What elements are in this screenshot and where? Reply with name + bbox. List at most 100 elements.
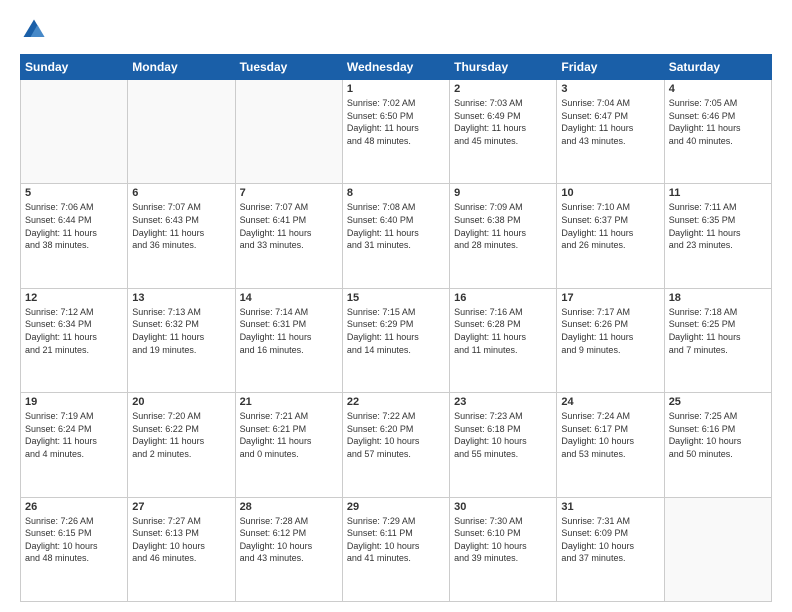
calendar-cell-4-3: 29Sunrise: 7:29 AM Sunset: 6:11 PM Dayli… <box>342 497 449 601</box>
day-info: Sunrise: 7:25 AM Sunset: 6:16 PM Dayligh… <box>669 410 767 460</box>
day-number: 27 <box>132 501 230 513</box>
calendar-cell-3-4: 23 Sunrise: 7:23 AM Sunset: 6:18 PM Dayli… <box>450 393 557 497</box>
calendar-header-tuesday: Tuesday <box>235 55 342 80</box>
day-number: 31 <box>561 501 659 513</box>
day-info: Sunrise: 7:16 AM Sunset: 6:28 PM Dayligh… <box>454 306 552 356</box>
day-info: Sunrise: 7:27 AM Sunset: 6:13 PM Dayligh… <box>132 515 230 565</box>
day-info: Sunrise: 7:24 AM Sunset: 6:17 PM Dayligh… <box>561 410 659 460</box>
calendar-header-saturday: Saturday <box>664 55 771 80</box>
calendar-header-monday: Monday <box>128 55 235 80</box>
calendar-table: SundayMondayTuesdayWednesdayThursdayFrid… <box>20 54 772 602</box>
calendar-cell-3-2: 21 Sunrise: 7:21 AM Sunset: 6:21 PM Dayli… <box>235 393 342 497</box>
calendar-cell-0-1 <box>128 80 235 184</box>
page: SundayMondayTuesdayWednesdayThursdayFrid… <box>0 0 792 612</box>
calendar-cell-0-4: 2 Sunrise: 7:03 AM Sunset: 6:49 PM Daylig… <box>450 80 557 184</box>
header <box>20 16 772 44</box>
day-number: 21 <box>240 396 338 408</box>
calendar-cell-0-2 <box>235 80 342 184</box>
day-info: Sunrise: 7:11 AM Sunset: 6:35 PM Dayligh… <box>669 201 767 251</box>
day-number: 16 <box>454 292 552 304</box>
calendar-cell-4-0: 26 Sunrise: 7:26 AM Sunset: 6:15 PM Dayli… <box>21 497 128 601</box>
day-info: Sunrise: 7:15 AM Sunset: 6:29 PM Dayligh… <box>347 306 445 356</box>
day-number: 23 <box>454 396 552 408</box>
calendar-cell-2-6: 18 Sunrise: 7:18 AM Sunset: 6:25 PM Dayli… <box>664 288 771 392</box>
calendar-cell-0-3: 1Sunrise: 7:02 AM Sunset: 6:50 PM Daylig… <box>342 80 449 184</box>
calendar-cell-1-3: 8 Sunrise: 7:08 AM Sunset: 6:40 PM Daylig… <box>342 184 449 288</box>
day-number: 26 <box>25 501 123 513</box>
day-number: 9 <box>454 187 552 199</box>
day-info: Sunrise: 7:06 AM Sunset: 6:44 PM Dayligh… <box>25 201 123 251</box>
calendar-cell-2-0: 12 Sunrise: 7:12 AM Sunset: 6:34 PM Dayli… <box>21 288 128 392</box>
day-number: 8 <box>347 187 445 199</box>
day-info: Sunrise: 7:12 AM Sunset: 6:34 PM Dayligh… <box>25 306 123 356</box>
day-number: 20 <box>132 396 230 408</box>
calendar-header-thursday: Thursday <box>450 55 557 80</box>
day-number: 2 <box>454 83 552 95</box>
day-info: Sunrise: 7:22 AM Sunset: 6:20 PM Dayligh… <box>347 410 445 460</box>
day-info: Sunrise: 7:30 AM Sunset: 6:10 PM Dayligh… <box>454 515 552 565</box>
day-number: 10 <box>561 187 659 199</box>
calendar-week-4: 26 Sunrise: 7:26 AM Sunset: 6:15 PM Dayli… <box>21 497 772 601</box>
day-info: Sunrise: 7:14 AM Sunset: 6:31 PM Dayligh… <box>240 306 338 356</box>
day-number: 11 <box>669 187 767 199</box>
day-info: Sunrise: 7:03 AM Sunset: 6:49 PM Dayligh… <box>454 97 552 147</box>
day-info: Sunrise: 7:02 AM Sunset: 6:50 PM Dayligh… <box>347 97 445 147</box>
logo-icon <box>20 16 48 44</box>
calendar-cell-2-5: 17 Sunrise: 7:17 AM Sunset: 6:26 PM Dayli… <box>557 288 664 392</box>
day-number: 6 <box>132 187 230 199</box>
day-number: 13 <box>132 292 230 304</box>
day-info: Sunrise: 7:04 AM Sunset: 6:47 PM Dayligh… <box>561 97 659 147</box>
calendar-header-sunday: Sunday <box>21 55 128 80</box>
day-info: Sunrise: 7:31 AM Sunset: 6:09 PM Dayligh… <box>561 515 659 565</box>
calendar-header-wednesday: Wednesday <box>342 55 449 80</box>
day-number: 18 <box>669 292 767 304</box>
calendar-cell-1-0: 5 Sunrise: 7:06 AM Sunset: 6:44 PM Daylig… <box>21 184 128 288</box>
day-number: 19 <box>25 396 123 408</box>
day-info: Sunrise: 7:07 AM Sunset: 6:41 PM Dayligh… <box>240 201 338 251</box>
calendar-cell-2-2: 14 Sunrise: 7:14 AM Sunset: 6:31 PM Dayli… <box>235 288 342 392</box>
calendar-cell-1-4: 9Sunrise: 7:09 AM Sunset: 6:38 PM Daylig… <box>450 184 557 288</box>
calendar-week-1: 5 Sunrise: 7:06 AM Sunset: 6:44 PM Daylig… <box>21 184 772 288</box>
calendar-cell-1-2: 7Sunrise: 7:07 AM Sunset: 6:41 PM Daylig… <box>235 184 342 288</box>
day-number: 30 <box>454 501 552 513</box>
day-number: 14 <box>240 292 338 304</box>
day-info: Sunrise: 7:26 AM Sunset: 6:15 PM Dayligh… <box>25 515 123 565</box>
calendar-cell-0-5: 3Sunrise: 7:04 AM Sunset: 6:47 PM Daylig… <box>557 80 664 184</box>
day-info: Sunrise: 7:17 AM Sunset: 6:26 PM Dayligh… <box>561 306 659 356</box>
day-info: Sunrise: 7:18 AM Sunset: 6:25 PM Dayligh… <box>669 306 767 356</box>
day-info: Sunrise: 7:07 AM Sunset: 6:43 PM Dayligh… <box>132 201 230 251</box>
day-number: 4 <box>669 83 767 95</box>
calendar-cell-1-5: 10 Sunrise: 7:10 AM Sunset: 6:37 PM Dayli… <box>557 184 664 288</box>
calendar-cell-4-2: 28 Sunrise: 7:28 AM Sunset: 6:12 PM Dayli… <box>235 497 342 601</box>
day-info: Sunrise: 7:20 AM Sunset: 6:22 PM Dayligh… <box>132 410 230 460</box>
day-number: 17 <box>561 292 659 304</box>
day-info: Sunrise: 7:08 AM Sunset: 6:40 PM Dayligh… <box>347 201 445 251</box>
calendar-header-row: SundayMondayTuesdayWednesdayThursdayFrid… <box>21 55 772 80</box>
day-info: Sunrise: 7:23 AM Sunset: 6:18 PM Dayligh… <box>454 410 552 460</box>
calendar-header-friday: Friday <box>557 55 664 80</box>
day-number: 24 <box>561 396 659 408</box>
day-info: Sunrise: 7:21 AM Sunset: 6:21 PM Dayligh… <box>240 410 338 460</box>
calendar-cell-3-6: 25 Sunrise: 7:25 AM Sunset: 6:16 PM Dayli… <box>664 393 771 497</box>
day-info: Sunrise: 7:28 AM Sunset: 6:12 PM Dayligh… <box>240 515 338 565</box>
calendar-cell-2-1: 13 Sunrise: 7:13 AM Sunset: 6:32 PM Dayli… <box>128 288 235 392</box>
day-info: Sunrise: 7:13 AM Sunset: 6:32 PM Dayligh… <box>132 306 230 356</box>
day-number: 15 <box>347 292 445 304</box>
calendar-week-0: 1Sunrise: 7:02 AM Sunset: 6:50 PM Daylig… <box>21 80 772 184</box>
calendar-cell-0-0 <box>21 80 128 184</box>
calendar-cell-2-4: 16 Sunrise: 7:16 AM Sunset: 6:28 PM Dayli… <box>450 288 557 392</box>
calendar-cell-3-1: 20 Sunrise: 7:20 AM Sunset: 6:22 PM Dayli… <box>128 393 235 497</box>
day-info: Sunrise: 7:10 AM Sunset: 6:37 PM Dayligh… <box>561 201 659 251</box>
calendar-cell-0-6: 4Sunrise: 7:05 AM Sunset: 6:46 PM Daylig… <box>664 80 771 184</box>
day-number: 28 <box>240 501 338 513</box>
day-number: 25 <box>669 396 767 408</box>
day-number: 5 <box>25 187 123 199</box>
calendar-cell-3-3: 22Sunrise: 7:22 AM Sunset: 6:20 PM Dayli… <box>342 393 449 497</box>
calendar-cell-4-6 <box>664 497 771 601</box>
day-number: 29 <box>347 501 445 513</box>
calendar-cell-4-4: 30 Sunrise: 7:30 AM Sunset: 6:10 PM Dayli… <box>450 497 557 601</box>
calendar-week-2: 12 Sunrise: 7:12 AM Sunset: 6:34 PM Dayli… <box>21 288 772 392</box>
calendar-cell-2-3: 15 Sunrise: 7:15 AM Sunset: 6:29 PM Dayli… <box>342 288 449 392</box>
day-number: 12 <box>25 292 123 304</box>
calendar-cell-1-6: 11 Sunrise: 7:11 AM Sunset: 6:35 PM Dayli… <box>664 184 771 288</box>
